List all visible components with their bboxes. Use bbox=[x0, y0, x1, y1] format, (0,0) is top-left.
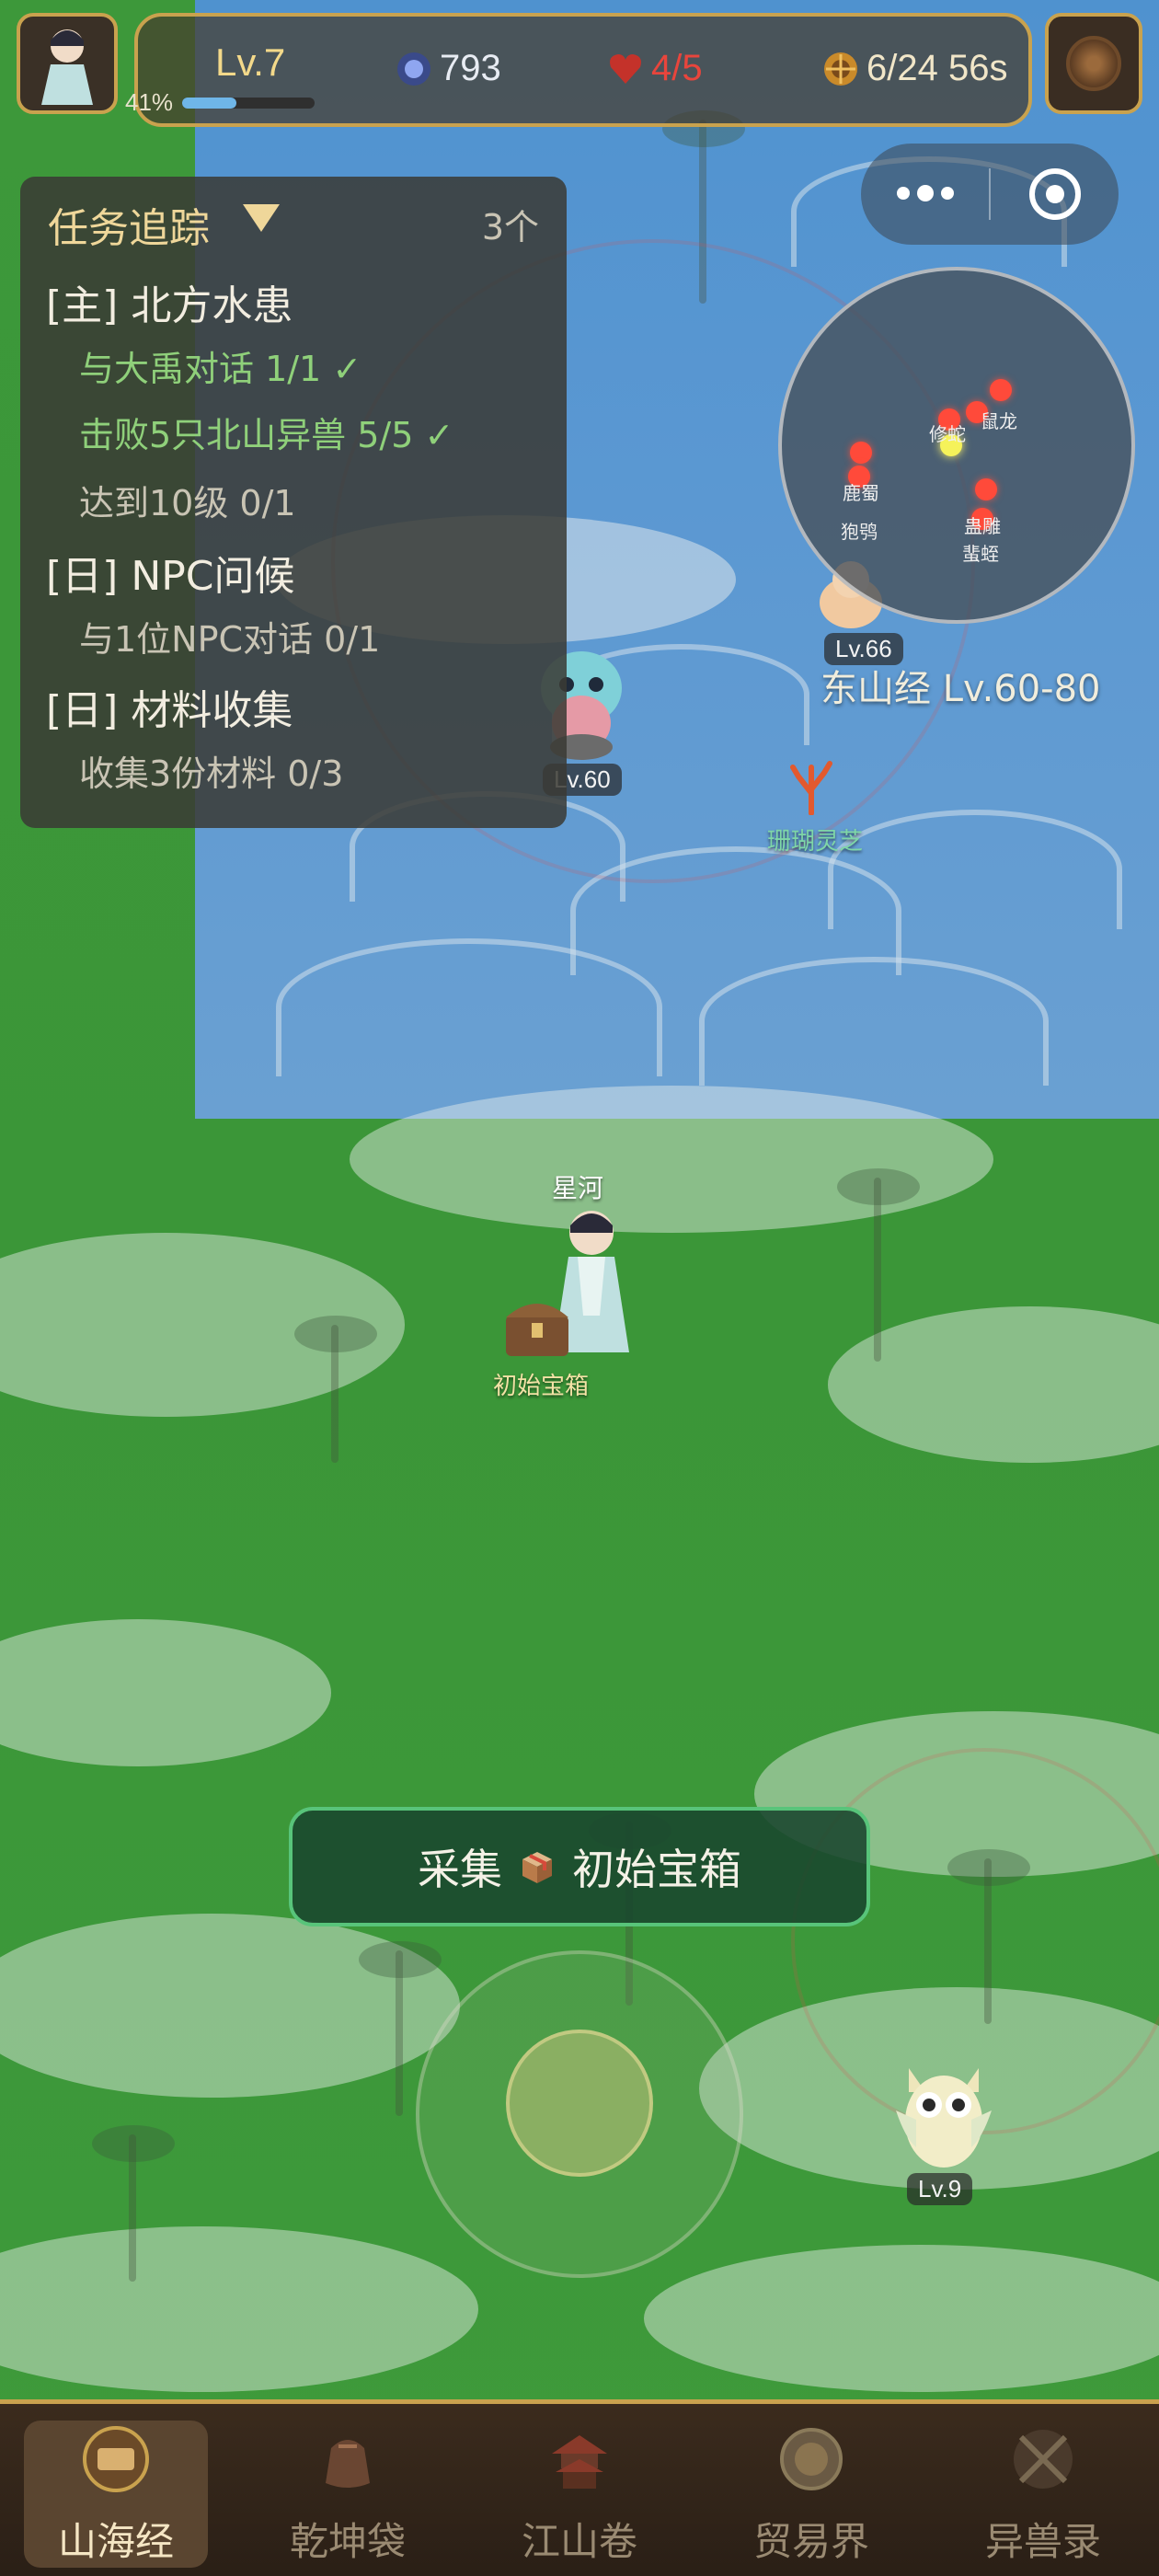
exp-bar-fill bbox=[182, 98, 237, 109]
quest-objective: 与1位NPC对话 0/1 bbox=[79, 619, 381, 660]
minimap-monster-marker bbox=[850, 442, 872, 464]
minimap-label: 蛊雕 bbox=[964, 515, 1001, 537]
bronze-coin-icon bbox=[1066, 36, 1121, 91]
tab-label: 乾坤袋 bbox=[289, 2519, 406, 2564]
jade-currency[interactable]: 793 bbox=[396, 48, 501, 89]
tab-jiangshanjuan[interactable]: 江山卷 bbox=[464, 2404, 695, 2576]
tab-label: 山海经 bbox=[57, 2519, 174, 2564]
close-miniprogram-button[interactable] bbox=[991, 168, 1119, 220]
jade-amount: 793 bbox=[440, 48, 501, 88]
stamina-counter[interactable]: 4/5 bbox=[607, 48, 703, 89]
cloud-decoration bbox=[350, 1086, 993, 1233]
herb-label: 珊瑚灵芝 bbox=[767, 828, 864, 856]
quest-count: 3个 bbox=[481, 207, 539, 247]
quest-heading-daily-greeting[interactable]: [日] NPC问候 bbox=[46, 543, 295, 602]
quest-tracker-panel[interactable]: 任务追踪 3个 [主] 北方水患 与大禹对话 1/1 ✓ 击败5只北山异兽 5/… bbox=[20, 177, 567, 828]
avatar-icon bbox=[41, 29, 93, 105]
wave-decoration bbox=[699, 957, 1049, 1086]
quest-objective: 与大禹对话 1/1 ✓ bbox=[79, 349, 362, 389]
quest-objective: 达到10级 0/1 bbox=[79, 483, 296, 523]
quest-heading-daily-materials[interactable]: [日] 材料收集 bbox=[46, 677, 293, 736]
crossed-swords-icon bbox=[1006, 2422, 1080, 2496]
minimap-label: 蜚蛭 bbox=[962, 543, 999, 565]
exp-bar bbox=[182, 98, 315, 109]
capture-timer: 6/24 56s bbox=[866, 48, 1008, 88]
quest-objective: 收集3份材料 0/3 bbox=[79, 753, 344, 794]
scroll-map-icon bbox=[79, 2422, 153, 2496]
tab-qiankundai[interactable]: 乾坤袋 bbox=[232, 2404, 464, 2576]
capture-counter[interactable]: 6/24 56s bbox=[822, 48, 1007, 89]
target-icon bbox=[1028, 168, 1081, 220]
herb-node[interactable] bbox=[784, 760, 839, 816]
settings-button[interactable] bbox=[1045, 13, 1142, 114]
monster[interactable] bbox=[889, 2055, 999, 2175]
treasure-chest[interactable] bbox=[500, 1288, 574, 1362]
tree-decoration bbox=[92, 2125, 175, 2282]
cloud-decoration bbox=[0, 1619, 331, 1766]
tab-maoyijie[interactable]: 贸易界 bbox=[695, 2404, 927, 2576]
coral-icon bbox=[790, 761, 832, 816]
cloud-decoration bbox=[644, 2245, 1159, 2392]
player-level: Lv.7 bbox=[215, 40, 286, 84]
miniprogram-capsule bbox=[861, 144, 1119, 245]
status-bar: Lv.7 41% 793 4/5 6/24 56s bbox=[125, 13, 1032, 127]
joystick-knob[interactable] bbox=[506, 2030, 653, 2177]
quest-tracker-title: 任务追踪 bbox=[48, 205, 210, 252]
gather-button[interactable]: 采集 初始宝箱 bbox=[289, 1807, 870, 1926]
tab-label: 异兽录 bbox=[984, 2519, 1101, 2564]
monster-level-tag: Lv.9 bbox=[907, 2173, 973, 2205]
gem-icon bbox=[396, 51, 432, 87]
tab-label: 贸易界 bbox=[752, 2519, 869, 2564]
heart-icon bbox=[607, 51, 644, 87]
box-icon bbox=[522, 1852, 552, 1883]
quest-objective: 击败5只北山异兽 5/5 ✓ bbox=[79, 415, 454, 455]
compass-icon bbox=[822, 51, 859, 87]
minimap-monster-marker bbox=[990, 379, 1012, 401]
tree-decoration bbox=[837, 1168, 920, 1362]
owl-sprite-icon bbox=[896, 2068, 992, 2168]
pagoda-icon bbox=[543, 2422, 616, 2496]
tab-shanhaijing[interactable]: 山海经 bbox=[0, 2404, 232, 2576]
collapse-arrow-icon[interactable] bbox=[243, 204, 280, 232]
chest-icon bbox=[506, 1304, 568, 1356]
minimap[interactable]: 鼠龙 修蛇 鹿蜀 狍鸮 蛊雕 蜚蛭 bbox=[778, 267, 1135, 624]
player-avatar-button[interactable] bbox=[17, 13, 118, 114]
cloud-decoration bbox=[0, 2226, 478, 2392]
tree-decoration bbox=[359, 1941, 442, 2116]
wave-decoration bbox=[828, 810, 1122, 929]
player-name: 星河 bbox=[552, 1173, 604, 1203]
minimap-label: 狍鸮 bbox=[841, 521, 878, 543]
gather-target: 初始宝箱 bbox=[572, 1845, 741, 1894]
gather-label: 采集 bbox=[418, 1845, 502, 1894]
bottom-navigation: 山海经 乾坤袋 江山卷 贸易界 异兽录 bbox=[0, 2399, 1159, 2576]
minimap-label: 修蛇 bbox=[929, 423, 966, 445]
zone-label: 东山经 Lv.60-80 bbox=[820, 668, 1101, 710]
chest-label: 初始宝箱 bbox=[493, 1373, 590, 1400]
tab-label: 江山卷 bbox=[521, 2519, 637, 2564]
more-options-button[interactable] bbox=[861, 185, 989, 201]
minimap-label: 鹿蜀 bbox=[843, 482, 879, 504]
pouch-icon bbox=[311, 2422, 384, 2496]
trade-coin-icon bbox=[775, 2422, 848, 2496]
wave-decoration bbox=[276, 938, 662, 1076]
minimap-label: 鼠龙 bbox=[981, 410, 1017, 432]
tab-yishoulu[interactable]: 异兽录 bbox=[927, 2404, 1159, 2576]
tree-decoration bbox=[294, 1316, 377, 1463]
minimap-monster-marker bbox=[975, 478, 997, 500]
quest-heading-main[interactable]: [主] 北方水患 bbox=[46, 272, 293, 331]
stamina-amount: 4/5 bbox=[651, 48, 703, 88]
exp-percent: 41% bbox=[125, 88, 174, 116]
